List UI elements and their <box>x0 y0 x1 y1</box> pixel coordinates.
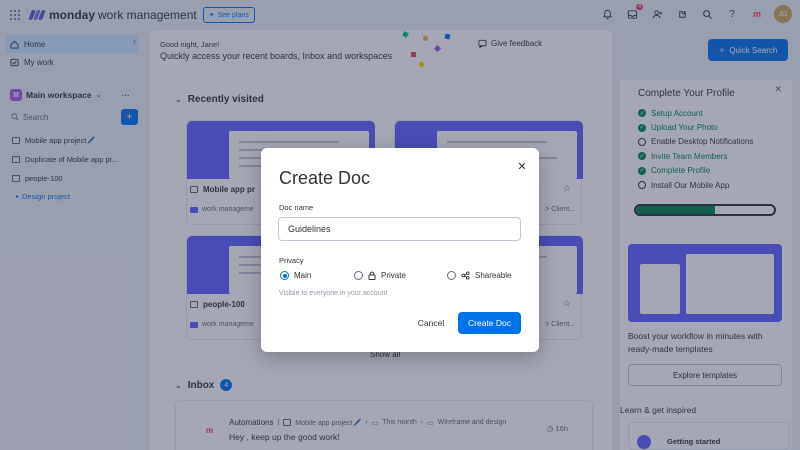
privacy-option-shareable[interactable]: Shareable <box>447 271 511 280</box>
dialog-title: Create Doc <box>279 168 371 188</box>
radio-label: Private <box>381 271 406 280</box>
create-doc-button[interactable]: Create Doc <box>458 312 521 334</box>
share-icon <box>461 271 470 280</box>
radio-selected-icon <box>280 271 289 280</box>
doc-name-input[interactable] <box>278 217 521 241</box>
privacy-help-text: Visible to everyone in your account <box>279 290 388 297</box>
radio-label: Shareable <box>475 271 512 280</box>
privacy-option-private[interactable]: Private <box>354 271 406 280</box>
create-doc-dialog: Create Doc ✕ Doc name Privacy Main Priva… <box>261 148 539 352</box>
privacy-option-main[interactable]: Main <box>280 271 311 280</box>
cancel-button[interactable]: Cancel <box>409 313 453 333</box>
close-icon[interactable]: ✕ <box>515 159 529 173</box>
doc-name-label: Doc name <box>279 203 314 212</box>
radio-icon <box>447 271 456 280</box>
radio-icon <box>354 271 363 280</box>
radio-label: Main <box>294 271 312 280</box>
lock-icon <box>368 271 376 280</box>
privacy-label: Privacy <box>279 256 304 265</box>
privacy-options: Main Private Shareable <box>280 271 525 283</box>
